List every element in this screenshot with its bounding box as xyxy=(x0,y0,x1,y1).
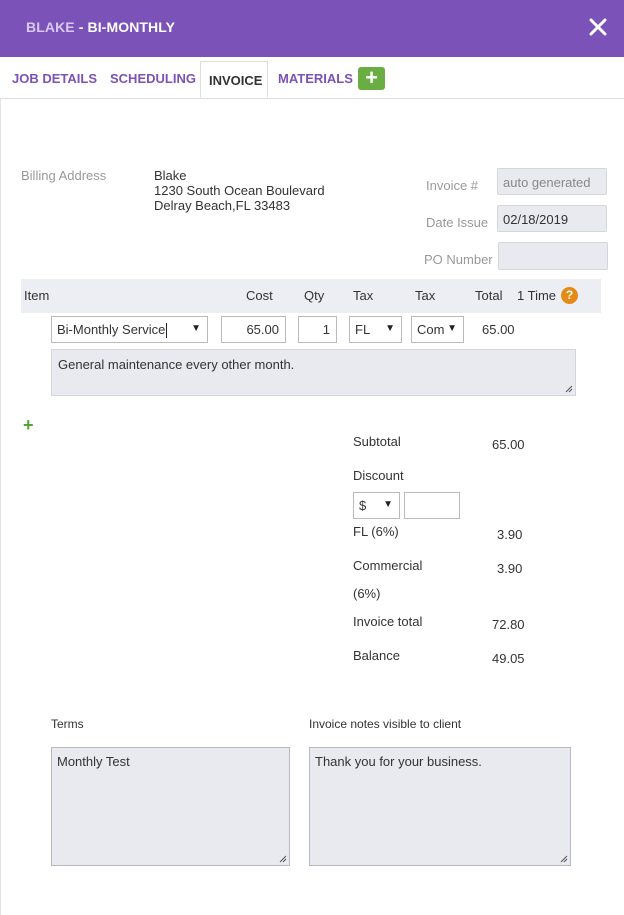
invoice-notes-textarea[interactable]: Thank you for your business. xyxy=(309,747,571,866)
invoice-number-label: Invoice # xyxy=(426,178,479,193)
item-select-value: Bi-Monthly Service xyxy=(57,322,166,337)
tax-1-select[interactable]: FL ▼ xyxy=(349,316,402,343)
date-issue-field[interactable]: 02/18/2019 xyxy=(497,205,607,232)
tab-invoice[interactable]: INVOICE xyxy=(200,61,268,98)
resize-grip-icon[interactable] xyxy=(563,383,573,393)
resize-grip-icon[interactable] xyxy=(277,853,287,863)
invoice-number-field: auto generated xyxy=(497,168,607,195)
close-icon[interactable] xyxy=(587,14,609,40)
line-description-text: General maintenance every other month. xyxy=(58,357,295,372)
cost-input[interactable]: 65.00 xyxy=(221,316,286,343)
terms-text: Monthly Test xyxy=(57,754,130,769)
text-cursor xyxy=(166,323,168,339)
client-name: BLAKE xyxy=(26,19,75,35)
tab-job-details[interactable]: JOB DETAILS xyxy=(12,57,97,98)
invoice-total-value: 72.80 xyxy=(492,617,525,632)
terms-textarea[interactable]: Monthly Test xyxy=(51,747,290,866)
panel-border xyxy=(0,98,1,915)
date-issue-label: Date Issue xyxy=(426,215,489,230)
balance-label: Balance xyxy=(353,648,400,663)
invoice-total-label: Invoice total xyxy=(353,614,423,629)
modal-header: BLAKE - BI-MONTHLY xyxy=(0,0,624,57)
item-select[interactable]: Bi-Monthly Service ▼ xyxy=(51,316,208,343)
help-icon[interactable]: ? xyxy=(561,287,578,304)
plan-name: BI-MONTHLY xyxy=(87,19,176,35)
invoice-notes-label: Invoice notes visible to client xyxy=(309,717,462,731)
fl-tax-value: 3.90 xyxy=(497,527,523,542)
col-one-time: 1 Time xyxy=(517,288,557,303)
po-number-label: PO Number xyxy=(424,252,493,267)
add-line-item-button[interactable]: + xyxy=(23,415,34,436)
invoice-notes-text: Thank you for your business. xyxy=(315,754,482,769)
discount-type-value: $ xyxy=(359,498,367,513)
col-cost: Cost xyxy=(246,288,273,303)
resize-grip-icon[interactable] xyxy=(558,853,568,863)
commercial-tax-label: Commercial xyxy=(353,558,423,573)
subtotal-label: Subtotal xyxy=(353,434,401,449)
add-tab-button[interactable]: + xyxy=(358,67,385,90)
tax-2-value: Com xyxy=(417,322,445,337)
tab-materials[interactable]: MATERIALS xyxy=(278,57,353,98)
commercial-tax-rate: (6%) xyxy=(353,586,381,601)
title-separator: - xyxy=(74,19,88,35)
discount-input[interactable] xyxy=(404,492,460,519)
tax-1-value: FL xyxy=(355,322,371,337)
commercial-tax-value: 3.90 xyxy=(497,561,523,576)
billing-name: Blake xyxy=(154,168,187,183)
col-tax-1: Tax xyxy=(353,288,374,303)
billing-city: Delray Beach,FL 33483 xyxy=(154,198,291,213)
po-number-field[interactable] xyxy=(498,242,608,270)
fl-tax-label: FL (6%) xyxy=(353,524,399,539)
tab-scheduling[interactable]: SCHEDULING xyxy=(110,57,196,98)
col-item: Item xyxy=(24,288,50,303)
tab-bar: JOB DETAILS SCHEDULING INVOICE MATERIALS… xyxy=(0,57,624,99)
col-tax-2: Tax xyxy=(415,288,436,303)
discount-type-select[interactable]: $ ▼ xyxy=(353,492,400,519)
col-total: Total xyxy=(475,288,503,303)
modal-title: BLAKE - BI-MONTHLY xyxy=(26,19,175,35)
terms-label: Terms xyxy=(51,717,84,731)
line-total: 65.00 xyxy=(482,322,515,337)
balance-value: 49.05 xyxy=(492,651,525,666)
chevron-down-icon: ▼ xyxy=(383,499,393,510)
tax-2-select[interactable]: Com ▼ xyxy=(411,316,464,343)
chevron-down-icon: ▼ xyxy=(385,323,395,334)
chevron-down-icon: ▼ xyxy=(191,323,201,334)
line-description-input[interactable]: General maintenance every other month. xyxy=(51,349,576,396)
col-qty: Qty xyxy=(304,288,325,303)
line-items-header: Item Cost Qty Tax Tax Total 1 Time xyxy=(21,279,601,313)
discount-label: Discount xyxy=(353,468,404,483)
billing-address-label: Billing Address xyxy=(21,168,107,183)
billing-street: 1230 South Ocean Boulevard xyxy=(154,183,325,198)
qty-input[interactable]: 1 xyxy=(298,316,337,343)
chevron-down-icon: ▼ xyxy=(447,323,457,334)
subtotal-value: 65.00 xyxy=(492,437,525,452)
